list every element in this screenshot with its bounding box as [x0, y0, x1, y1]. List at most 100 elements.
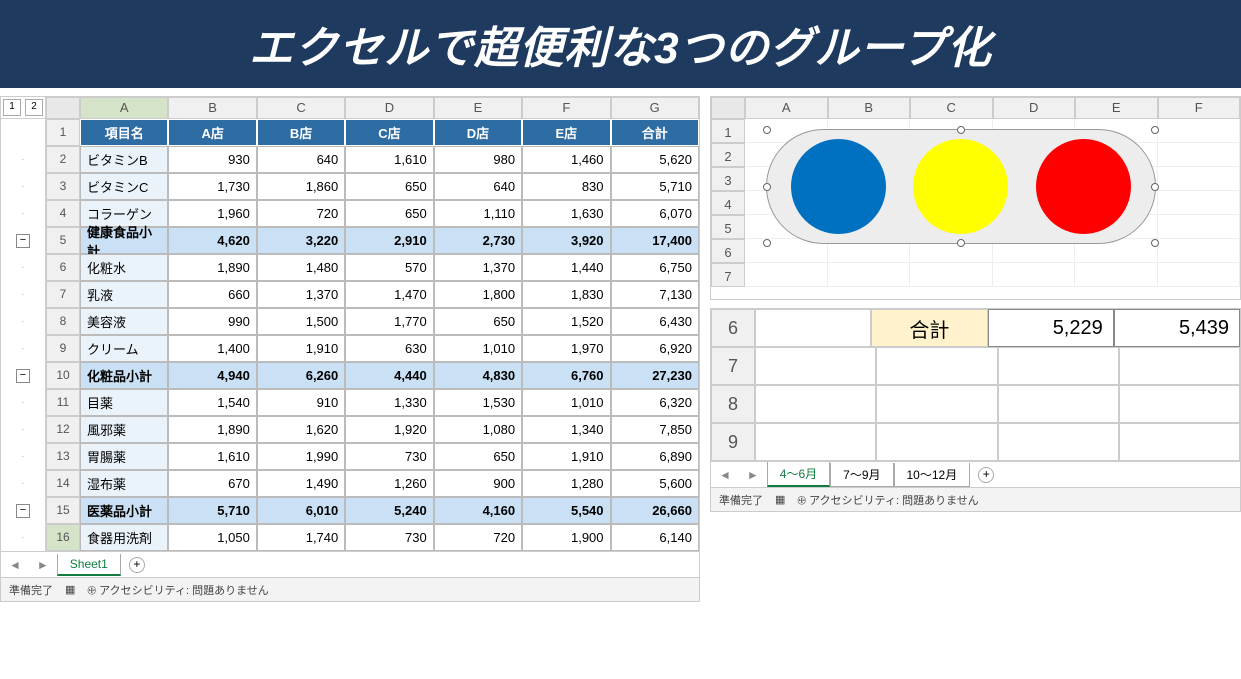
cell[interactable]: 目薬 [80, 389, 168, 416]
cell[interactable]: 6,320 [611, 389, 699, 416]
cell[interactable] [1119, 423, 1240, 461]
resize-handle[interactable] [1151, 239, 1159, 247]
resize-handle[interactable] [1151, 126, 1159, 134]
row-header[interactable]: 4 [711, 191, 745, 215]
resize-handle[interactable] [957, 126, 965, 134]
cell[interactable]: 5,710 [168, 497, 256, 524]
cell[interactable]: 2,910 [345, 227, 433, 254]
column-header[interactable]: C [910, 97, 993, 119]
cell[interactable]: 4,160 [434, 497, 522, 524]
column-header[interactable]: D [993, 97, 1076, 119]
cell[interactable]: 美容液 [80, 308, 168, 335]
cell[interactable]: 4,830 [434, 362, 522, 389]
cell[interactable]: 1,890 [168, 254, 256, 281]
cell[interactable]: 570 [345, 254, 433, 281]
select-all-corner[interactable] [711, 97, 745, 119]
cell[interactable]: 1,080 [434, 416, 522, 443]
cell[interactable]: 990 [168, 308, 256, 335]
cell[interactable]: 乳液 [80, 281, 168, 308]
tab-nav-prev-icon[interactable]: ◄ [1, 558, 29, 572]
cell[interactable]: 650 [345, 200, 433, 227]
cell[interactable]: 1,610 [168, 443, 256, 470]
cell[interactable]: 660 [168, 281, 256, 308]
cell[interactable] [876, 347, 997, 385]
column-header[interactable]: C [257, 97, 345, 119]
row-header[interactable]: 9 [711, 423, 755, 461]
cell[interactable]: 1,920 [345, 416, 433, 443]
cell[interactable]: 1,400 [168, 335, 256, 362]
table-header-cell[interactable]: B店 [257, 119, 345, 146]
total-value-cell[interactable]: 5,229 [988, 309, 1114, 347]
cell[interactable] [998, 385, 1119, 423]
cell[interactable]: 1,800 [434, 281, 522, 308]
cell[interactable]: 1,610 [345, 146, 433, 173]
cell[interactable]: 17,400 [611, 227, 699, 254]
row-header[interactable]: 3 [711, 167, 745, 191]
cell[interactable]: 650 [345, 173, 433, 200]
cell[interactable]: 730 [345, 524, 433, 551]
grouped-shape-object[interactable] [766, 129, 1156, 244]
cell[interactable] [1119, 347, 1240, 385]
cell[interactable]: 6,760 [522, 362, 610, 389]
cell[interactable] [998, 347, 1119, 385]
resize-handle[interactable] [957, 239, 965, 247]
cell[interactable] [1158, 239, 1241, 263]
cell[interactable]: 1,010 [434, 335, 522, 362]
table-header-cell[interactable]: D店 [434, 119, 522, 146]
cell[interactable]: 6,750 [611, 254, 699, 281]
cell[interactable]: 5,540 [522, 497, 610, 524]
row-header[interactable]: 7 [711, 347, 755, 385]
column-header[interactable]: B [168, 97, 256, 119]
cell[interactable] [755, 347, 876, 385]
cell[interactable]: 910 [257, 389, 345, 416]
row-header[interactable]: 6 [46, 254, 80, 281]
cell[interactable] [1158, 215, 1241, 239]
cell[interactable]: 1,370 [257, 281, 345, 308]
cell[interactable]: 900 [434, 470, 522, 497]
cell[interactable]: ビタミンC [80, 173, 168, 200]
sheet-tab[interactable]: 7～9月 [830, 463, 893, 487]
row-header[interactable]: 2 [711, 143, 745, 167]
cell[interactable]: 6,430 [611, 308, 699, 335]
cell[interactable]: 650 [434, 443, 522, 470]
row-header[interactable]: 7 [711, 263, 745, 287]
cell[interactable]: 6,070 [611, 200, 699, 227]
cell[interactable]: 胃腸薬 [80, 443, 168, 470]
circle-blue[interactable] [791, 139, 886, 234]
row-header[interactable]: 14 [46, 470, 80, 497]
table-header-cell[interactable]: A店 [168, 119, 256, 146]
cell[interactable]: 1,830 [522, 281, 610, 308]
column-header[interactable]: D [345, 97, 433, 119]
column-header[interactable]: E [434, 97, 522, 119]
cell[interactable] [828, 263, 911, 287]
cell[interactable]: 3,920 [522, 227, 610, 254]
cell[interactable] [1119, 385, 1240, 423]
cell[interactable]: 1,110 [434, 200, 522, 227]
cell[interactable]: 1,440 [522, 254, 610, 281]
cell[interactable]: 湿布薬 [80, 470, 168, 497]
cell[interactable]: 830 [522, 173, 610, 200]
cell[interactable]: 1,330 [345, 389, 433, 416]
cell[interactable] [745, 263, 828, 287]
cell[interactable]: 4,620 [168, 227, 256, 254]
outline-level-btn-1[interactable]: 1 [3, 99, 21, 116]
cell[interactable]: 980 [434, 146, 522, 173]
cell[interactable]: 1,260 [345, 470, 433, 497]
resize-handle[interactable] [763, 126, 771, 134]
cell[interactable]: 健康食品小計 [80, 227, 168, 254]
cell[interactable]: 6,260 [257, 362, 345, 389]
cell[interactable]: 1,520 [522, 308, 610, 335]
column-header[interactable]: F [1158, 97, 1241, 119]
row-header[interactable]: 8 [711, 385, 755, 423]
tab-nav-prev-icon[interactable]: ◄ [711, 468, 739, 482]
cell[interactable] [910, 263, 993, 287]
cell[interactable] [1158, 143, 1241, 167]
row-header[interactable]: 4 [46, 200, 80, 227]
add-sheet-button[interactable]: + [129, 557, 145, 573]
table-header-cell[interactable]: 合計 [611, 119, 699, 146]
cell[interactable]: 6,920 [611, 335, 699, 362]
cell[interactable]: 風邪薬 [80, 416, 168, 443]
cell[interactable]: 640 [257, 146, 345, 173]
row-header[interactable]: 5 [46, 227, 80, 254]
cell[interactable] [755, 309, 871, 347]
